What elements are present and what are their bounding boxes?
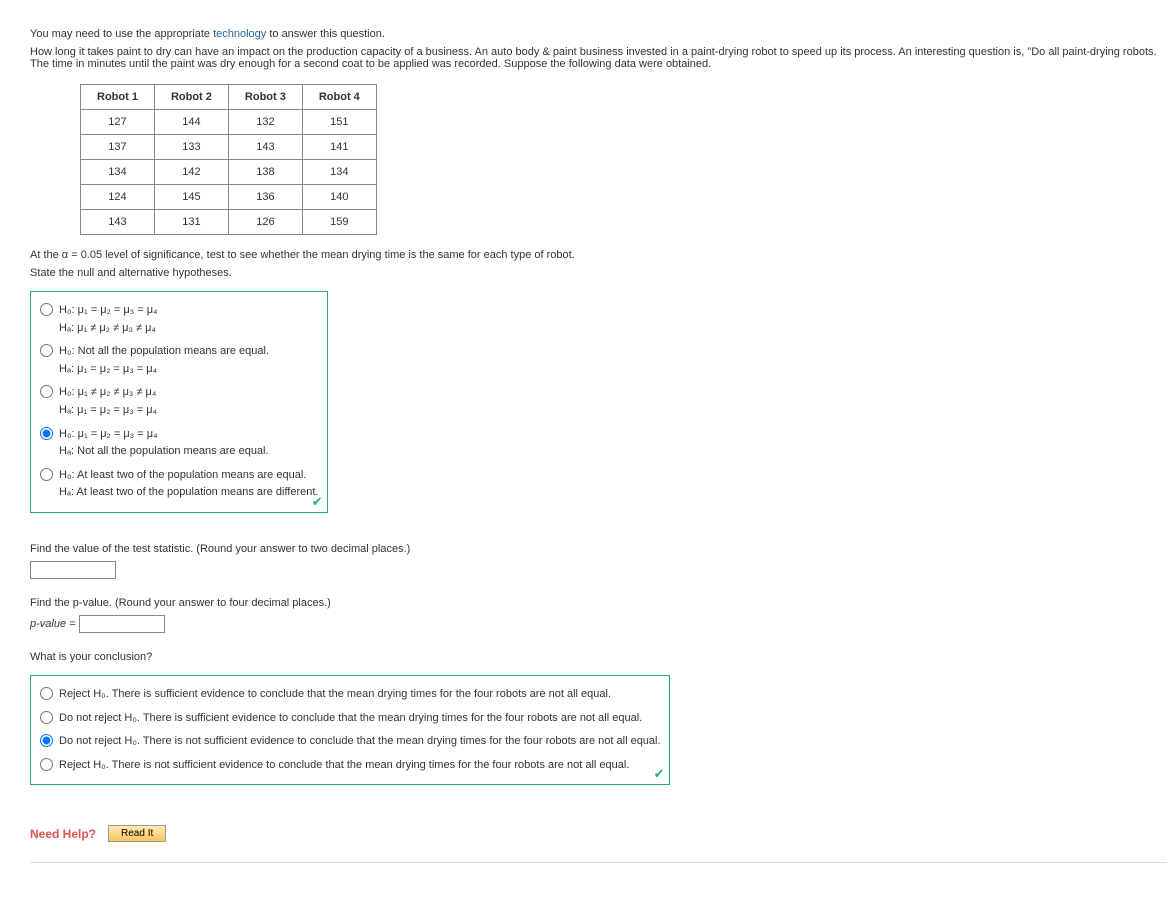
hyp-a-ha: Hₐ: μ₁ ≠ μ₂ ≠ μ₃ ≠ μ₄: [59, 320, 158, 338]
table-cell: 143: [81, 210, 155, 235]
hyp-c-ha: Hₐ: μ₁ = μ₂ = μ₃ = μ₄: [59, 402, 157, 420]
hyp-e-ha: Hₐ: At least two of the population means…: [59, 484, 319, 502]
q3-prompt: Find the p-value. (Round your answer to …: [30, 597, 1160, 609]
intro-line-2: How long it takes paint to dry can have …: [30, 46, 1160, 70]
table-cell: 138: [228, 160, 302, 185]
hyp-radio-b[interactable]: [40, 344, 53, 357]
hyp-radio-c[interactable]: [40, 385, 53, 398]
hyp-c-h0: H₀: μ₁ ≠ μ₂ ≠ μ₃ ≠ μ₄: [59, 384, 157, 402]
q1-prompt: At the α = 0.05 level of significance, t…: [30, 249, 1160, 261]
conc-b: Do not reject H₀. There is sufficient ev…: [59, 710, 642, 728]
check-icon: ✔: [654, 766, 665, 782]
table-cell: 126: [228, 210, 302, 235]
table-cell: 143: [228, 135, 302, 160]
table-cell: 142: [154, 160, 228, 185]
hyp-d-h0: H₀: μ₁ = μ₂ = μ₃ = μ₄: [59, 426, 269, 444]
q4-prompt: What is your conclusion?: [30, 651, 1160, 663]
read-it-button[interactable]: Read It: [108, 825, 166, 842]
need-help-label: Need Help?: [30, 827, 96, 841]
table-cell: 131: [154, 210, 228, 235]
table-cell: 124: [81, 185, 155, 210]
table-cell: 132: [228, 110, 302, 135]
col-header: Robot 1: [81, 85, 155, 110]
q1-sub: State the null and alternative hypothese…: [30, 267, 1160, 279]
conc-a: Reject H₀. There is sufficient evidence …: [59, 686, 611, 704]
table-cell: 141: [302, 135, 376, 160]
table-cell: 134: [302, 160, 376, 185]
conclusion-choices: Reject H₀. There is sufficient evidence …: [30, 675, 670, 785]
hyp-e-h0: H₀: At least two of the population means…: [59, 467, 319, 485]
hyp-radio-d[interactable]: [40, 427, 53, 440]
table-cell: 159: [302, 210, 376, 235]
hypotheses-choices: H₀: μ₁ = μ₂ = μ₃ = μ₄ Hₐ: μ₁ ≠ μ₂ ≠ μ₃ ≠…: [30, 291, 328, 513]
table-cell: 127: [81, 110, 155, 135]
hyp-b-ha: Hₐ: μ₁ = μ₂ = μ₃ = μ₄: [59, 361, 269, 379]
table-cell: 137: [81, 135, 155, 160]
data-table: Robot 1 Robot 2 Robot 3 Robot 4 12714413…: [80, 84, 377, 235]
col-header: Robot 2: [154, 85, 228, 110]
table-cell: 134: [81, 160, 155, 185]
conc-d: Reject H₀. There is not sufficient evide…: [59, 757, 629, 775]
table-cell: 140: [302, 185, 376, 210]
table-cell: 151: [302, 110, 376, 135]
intro-text-1b: to answer this question.: [266, 28, 385, 40]
check-icon: ✔: [312, 494, 323, 510]
conc-radio-b[interactable]: [40, 711, 53, 724]
intro-line-1: You may need to use the appropriate tech…: [30, 28, 1160, 40]
test-statistic-input[interactable]: [30, 561, 116, 579]
intro-text-1a: You may need to use the appropriate: [30, 28, 213, 40]
hyp-a-h0: H₀: μ₁ = μ₂ = μ₃ = μ₄: [59, 302, 158, 320]
table-cell: 133: [154, 135, 228, 160]
conc-radio-c[interactable]: [40, 734, 53, 747]
conc-c: Do not reject H₀. There is not sufficien…: [59, 733, 661, 751]
table-cell: 144: [154, 110, 228, 135]
pvalue-label: p-value =: [30, 618, 79, 630]
hyp-b-h0: H₀: Not all the population means are equ…: [59, 343, 269, 361]
hyp-d-ha: Hₐ: Not all the population means are equ…: [59, 443, 269, 461]
pvalue-input[interactable]: [79, 615, 165, 633]
col-header: Robot 4: [302, 85, 376, 110]
q2-prompt: Find the value of the test statistic. (R…: [30, 543, 1160, 555]
conc-radio-d[interactable]: [40, 758, 53, 771]
table-cell: 136: [228, 185, 302, 210]
col-header: Robot 3: [228, 85, 302, 110]
conc-radio-a[interactable]: [40, 687, 53, 700]
hyp-radio-e[interactable]: [40, 468, 53, 481]
table-cell: 145: [154, 185, 228, 210]
hyp-radio-a[interactable]: [40, 303, 53, 316]
technology-link[interactable]: technology: [213, 28, 266, 40]
